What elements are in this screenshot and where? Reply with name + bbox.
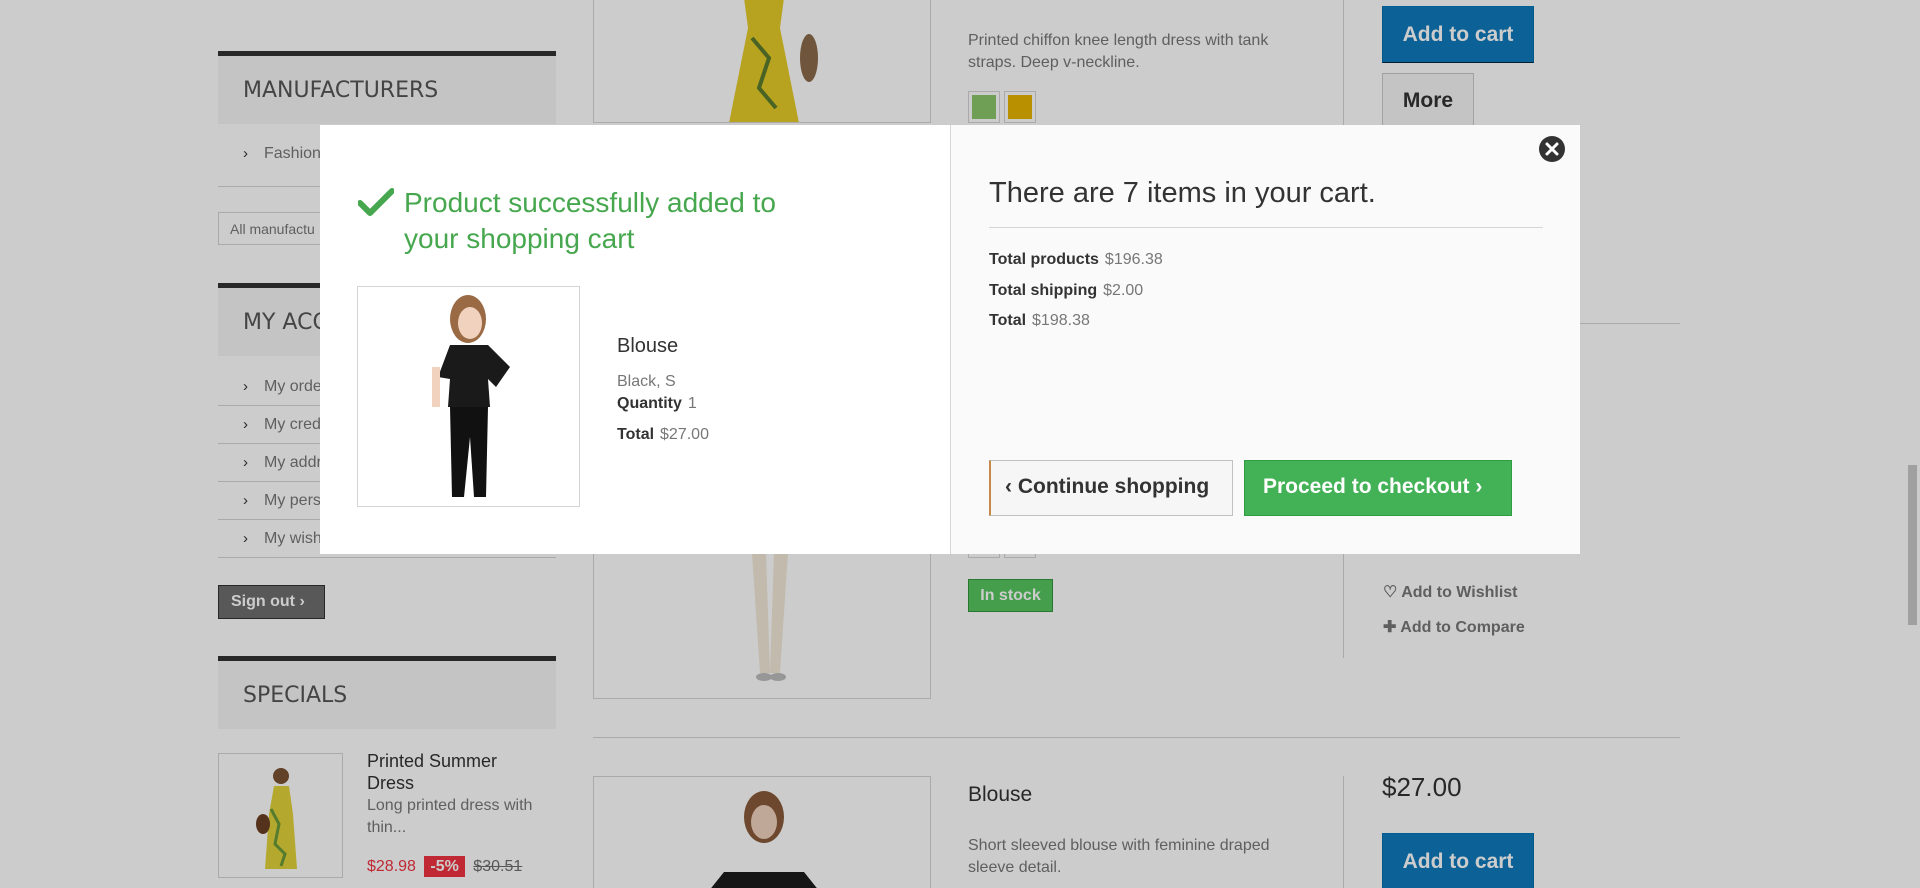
success-message: Product successfully added to your shopp… <box>358 185 804 257</box>
divider <box>989 227 1543 228</box>
modal-cart-panel: There are 7 items in your cart. Total pr… <box>950 125 1580 554</box>
modal-product-attributes: Black, S <box>617 373 676 390</box>
total-shipping: Total shipping $2.00 <box>989 282 1144 299</box>
chevron-left-icon: ‹ <box>1005 475 1012 498</box>
modal-product-total: Total $27.00 <box>617 426 709 443</box>
modal-product-name: Blouse <box>617 335 679 357</box>
modal-product-panel: Product successfully added to your shopp… <box>320 125 950 554</box>
grand-total: Total $198.38 <box>989 312 1090 329</box>
chevron-right-icon: › <box>1475 475 1483 498</box>
proceed-to-checkout-button[interactable]: Proceed to checkout › <box>1244 460 1512 516</box>
add-to-cart-modal: Product successfully added to your shopp… <box>320 125 1580 554</box>
scrollbar-thumb[interactable] <box>1908 465 1917 625</box>
total-products: Total products $196.38 <box>989 251 1163 268</box>
modal-product-image <box>357 286 580 507</box>
cart-count-text: There are 7 items in your cart. <box>989 177 1376 209</box>
close-icon[interactable] <box>1538 135 1566 163</box>
modal-quantity: Quantity 1 <box>617 395 697 412</box>
continue-shopping-button[interactable]: ‹ Continue shopping <box>989 460 1233 516</box>
check-icon <box>358 188 394 216</box>
